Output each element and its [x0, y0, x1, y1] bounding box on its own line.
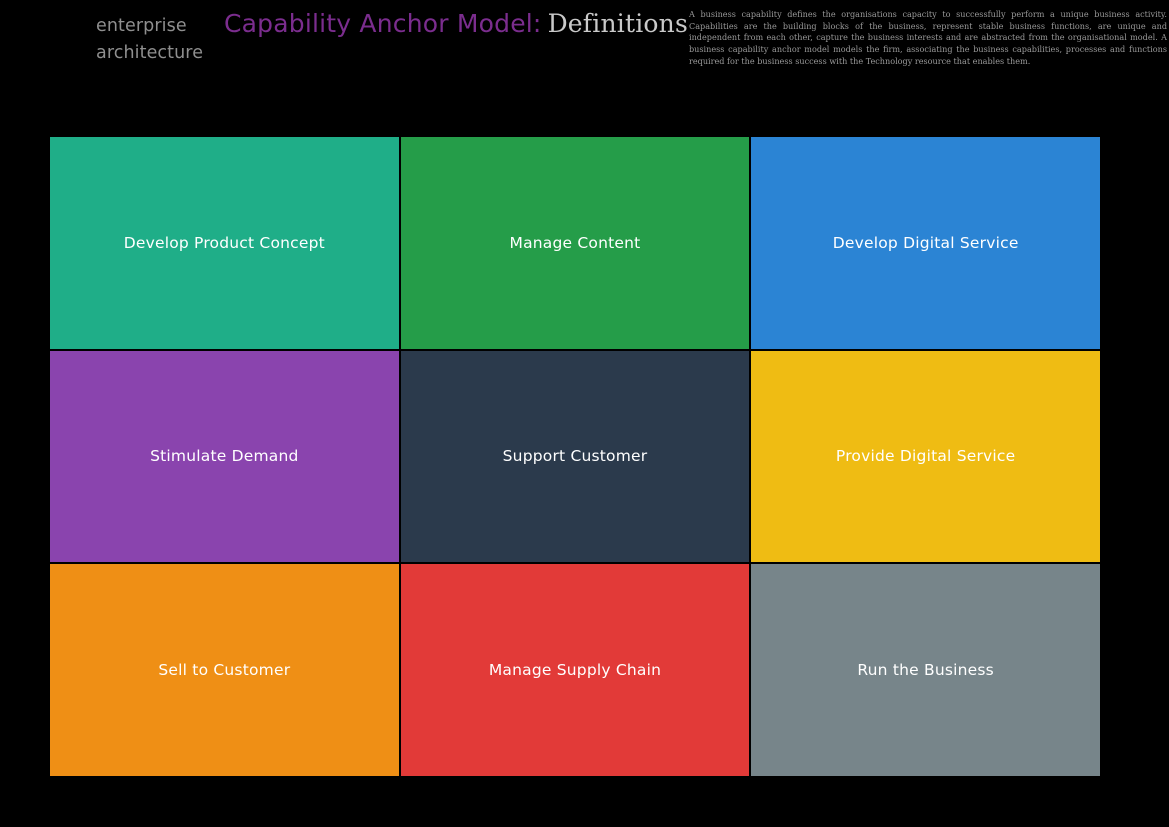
- capability-tile-sell-to-customer[interactable]: Sell to Customer: [50, 564, 399, 776]
- abstract-paragraph: A business capability defines the organi…: [689, 9, 1167, 66]
- capability-tile-run-the-business[interactable]: Run the Business: [751, 564, 1100, 776]
- page-title-sub: Definitions: [547, 9, 688, 38]
- capability-tile-provide-digital-service[interactable]: Provide Digital Service: [751, 350, 1100, 563]
- brand-line-1: enterprise: [96, 16, 187, 36]
- capability-tile-label: Run the Business: [857, 660, 994, 679]
- slide-header: enterprise architecture Capability Ancho…: [0, 0, 1169, 120]
- brand-line-2: architecture: [96, 43, 204, 63]
- capability-tile-develop-digital-service[interactable]: Develop Digital Service: [751, 137, 1100, 349]
- page-title-main: Capability Anchor Model:: [224, 9, 542, 38]
- capability-matrix: Develop Product Concept Manage Content D…: [50, 137, 1100, 776]
- slide-canvas: enterprise architecture Capability Ancho…: [0, 0, 1169, 827]
- capability-tile-label: Stimulate Demand: [150, 447, 299, 466]
- capability-tile-label: Sell to Customer: [158, 660, 291, 679]
- capability-tile-label: Manage Supply Chain: [488, 660, 662, 679]
- capability-tile-develop-product-concept[interactable]: Develop Product Concept: [50, 137, 399, 349]
- page-title: Capability Anchor Model: Definitions: [224, 9, 688, 38]
- capability-tile-manage-supply-chain[interactable]: Manage Supply Chain: [400, 564, 750, 776]
- capability-tile-label: Manage Content: [509, 233, 641, 252]
- capability-tile-label: Develop Digital Service: [832, 233, 1019, 252]
- capability-tile-stimulate-demand[interactable]: Stimulate Demand: [50, 350, 399, 563]
- capability-tile-label: Support Customer: [502, 447, 648, 466]
- capability-tile-label: Develop Product Concept: [123, 233, 325, 252]
- brand-logo: enterprise architecture: [96, 13, 216, 67]
- capability-tile-manage-content[interactable]: Manage Content: [400, 137, 750, 349]
- capability-tile-label: Provide Digital Service: [835, 447, 1016, 466]
- capability-tile-support-customer[interactable]: Support Customer: [400, 350, 750, 563]
